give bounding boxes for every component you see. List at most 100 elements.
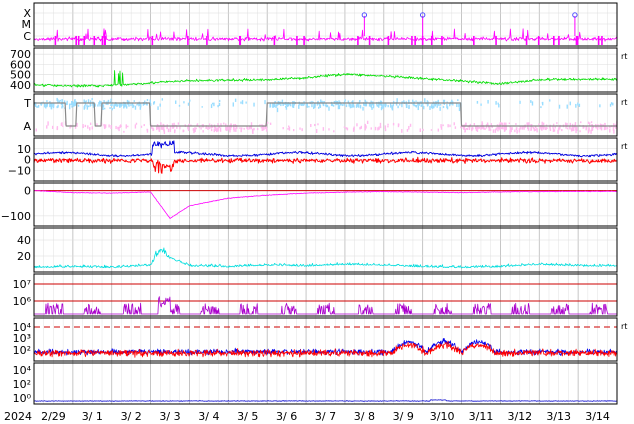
sector-point-toward bbox=[90, 104, 92, 106]
sector-point-toward bbox=[433, 105, 435, 109]
sector-point-away bbox=[177, 122, 180, 125]
sector-point-toward bbox=[397, 105, 399, 109]
sector-point-away bbox=[449, 124, 451, 128]
sector-point-toward bbox=[338, 105, 341, 110]
sector-point-toward bbox=[178, 104, 181, 107]
sector-point-toward bbox=[359, 104, 362, 109]
sector-point-toward bbox=[566, 104, 568, 109]
x-year-label: 2024 bbox=[4, 410, 32, 423]
sector-point-away bbox=[437, 128, 440, 132]
right-mark-imf-sector: rt bbox=[621, 98, 627, 107]
sector-point-toward bbox=[389, 103, 392, 108]
sector-point-toward bbox=[183, 101, 185, 104]
sector-point-away bbox=[123, 130, 125, 133]
ylabel-neutron-0: 10⁴ bbox=[13, 364, 32, 377]
sector-point-toward bbox=[146, 103, 148, 106]
sector-point-toward bbox=[575, 103, 577, 108]
sector-point-away bbox=[492, 129, 495, 133]
sector-point-away bbox=[384, 125, 387, 129]
sector-point-away bbox=[220, 123, 222, 126]
x-tick-label: 3/11 bbox=[469, 410, 494, 423]
sector-point-away bbox=[553, 129, 556, 132]
x-tick-label: 3/ 9 bbox=[393, 410, 414, 423]
ylabel-neutron-1: 10² bbox=[13, 378, 31, 391]
sector-point-away bbox=[60, 123, 63, 126]
sector-point-toward bbox=[319, 104, 322, 108]
sector-point-toward bbox=[272, 103, 274, 108]
sector-point-away bbox=[110, 125, 112, 129]
flare-bar bbox=[387, 36, 390, 45]
sector-point-away bbox=[233, 127, 235, 132]
sector-point-away bbox=[125, 124, 127, 129]
flare-bar bbox=[414, 36, 416, 45]
sector-point-toward bbox=[341, 104, 344, 107]
sector-point-away bbox=[200, 127, 202, 130]
sector-point-away bbox=[465, 122, 467, 126]
sector-point-toward bbox=[57, 104, 59, 108]
sector-point-toward bbox=[218, 102, 221, 107]
sector-point-away bbox=[609, 126, 611, 129]
ylabel-imf-sector-T: T bbox=[23, 97, 31, 110]
sector-point-away bbox=[127, 125, 129, 128]
sector-point-toward bbox=[325, 104, 327, 107]
sector-point-away bbox=[609, 128, 611, 133]
sector-point-toward bbox=[415, 104, 418, 108]
flare-bar bbox=[303, 36, 305, 45]
sector-point-away bbox=[566, 127, 569, 130]
sector-point-away bbox=[240, 127, 243, 130]
sector-point-toward bbox=[362, 106, 364, 111]
sector-point-away bbox=[89, 127, 91, 131]
sector-point-away bbox=[401, 129, 403, 133]
sector-point-toward bbox=[457, 99, 459, 102]
sector-point-toward bbox=[311, 104, 313, 108]
sector-point-away bbox=[488, 127, 490, 131]
sector-point-toward bbox=[436, 103, 438, 108]
flare-bar bbox=[151, 36, 154, 45]
sector-point-toward bbox=[347, 100, 350, 103]
sector-point-toward bbox=[98, 102, 100, 105]
sector-point-away bbox=[346, 127, 349, 131]
sector-point-toward bbox=[264, 100, 266, 105]
sector-point-toward bbox=[420, 104, 423, 107]
sector-point-toward bbox=[134, 105, 137, 110]
sector-point-away bbox=[557, 127, 560, 131]
sector-point-away bbox=[322, 127, 325, 131]
sector-point-away bbox=[152, 128, 155, 131]
sector-point-away bbox=[353, 126, 355, 131]
sector-point-away bbox=[580, 121, 582, 124]
sector-point-toward bbox=[159, 103, 161, 107]
sector-point-away bbox=[454, 126, 457, 129]
sector-point-away bbox=[392, 122, 395, 126]
sector-point-toward bbox=[130, 103, 132, 107]
sector-point-away bbox=[476, 126, 478, 131]
x-tick-label: 3/ 5 bbox=[237, 410, 258, 423]
sector-point-away bbox=[370, 127, 372, 130]
flare-bar bbox=[103, 36, 106, 45]
sector-point-away bbox=[262, 128, 265, 131]
sector-point-toward bbox=[487, 99, 489, 104]
ylabel-dst-index-1: −100 bbox=[1, 210, 31, 223]
sector-point-toward bbox=[84, 101, 87, 103]
ylabel-neutron-2: 10⁰ bbox=[13, 392, 32, 405]
ylabel-imf-sector-A: A bbox=[23, 120, 31, 133]
sector-point-away bbox=[419, 128, 421, 133]
sector-point-away bbox=[480, 127, 482, 129]
sector-point-away bbox=[430, 129, 433, 131]
sector-point-away bbox=[612, 126, 615, 131]
sector-point-toward bbox=[189, 99, 191, 102]
sector-point-away bbox=[314, 123, 316, 127]
sector-point-toward bbox=[497, 102, 499, 105]
sector-point-away bbox=[261, 128, 263, 131]
sector-point-toward bbox=[452, 103, 454, 106]
stacked-space-weather-chart: rtrtrtrtXMC700600500400TA100−100−1004020… bbox=[1, 2, 627, 423]
sector-point-toward bbox=[365, 103, 368, 107]
sector-point-toward bbox=[109, 107, 111, 109]
sector-point-away bbox=[317, 123, 319, 126]
ylabel-electron-flux-1: 10⁶ bbox=[13, 295, 32, 308]
sector-point-toward bbox=[382, 104, 385, 109]
sector-point-away bbox=[171, 123, 174, 128]
sector-point-toward bbox=[549, 99, 551, 102]
sector-point-away bbox=[552, 123, 555, 126]
sector-point-toward bbox=[240, 101, 242, 104]
sector-point-away bbox=[541, 121, 543, 126]
